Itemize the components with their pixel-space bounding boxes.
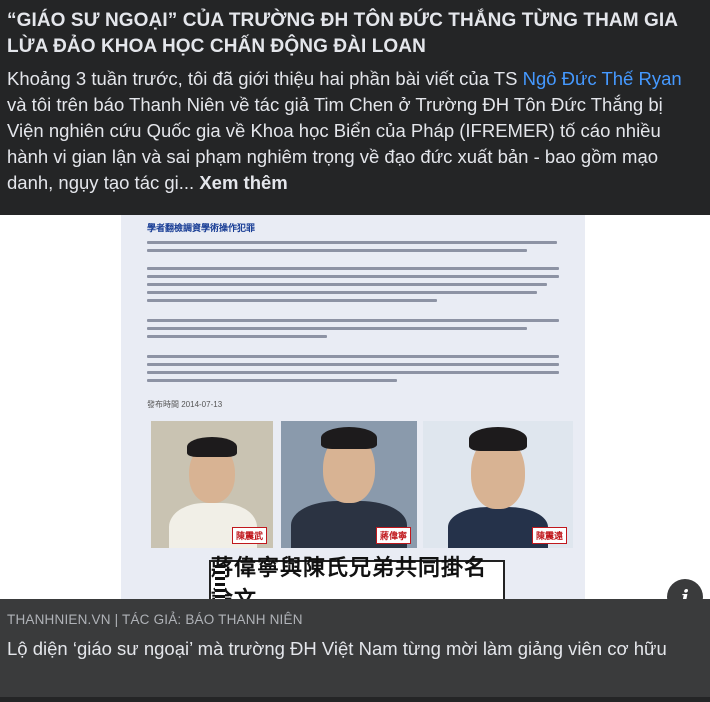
scan-text-line	[147, 299, 437, 302]
scan-banner: 蔣偉寧與陳氏兄弟共同掛名論文	[209, 555, 505, 599]
scan-text-line	[147, 283, 547, 286]
see-more-link[interactable]: Xem thêm	[199, 172, 287, 193]
scan-text-line	[147, 327, 527, 330]
scan-title: 學者翻檢調資學術操作犯罪	[147, 224, 256, 234]
link-title[interactable]: Lộ diện ‘giáo sư ngoại’ mà trường ĐH Việ…	[7, 636, 697, 662]
scan-text-line	[147, 241, 557, 244]
photo-label: 陳震武	[231, 527, 267, 544]
news-scan-image: 學者翻檢調資學術操作犯罪 發布時間 2014-07-13 陳震武 蔣偉寧 陳震遠…	[121, 215, 585, 599]
scan-text-line	[147, 291, 537, 294]
scan-text-line	[147, 371, 559, 374]
post-heading: “GIÁO SƯ NGOẠI” CỦA TRƯỜNG ĐH TÔN ĐỨC TH…	[7, 10, 678, 57]
post-body-end: và tôi trên báo Thanh Niên về tác giả Ti…	[7, 94, 663, 193]
post-text: “GIÁO SƯ NGOẠI” CỦA TRƯỜNG ĐH TÔN ĐỨC TH…	[0, 0, 710, 196]
scan-text-line	[147, 335, 327, 338]
portrait-photo-1: 陳震武	[151, 421, 273, 548]
scan-text-line	[147, 363, 559, 366]
portrait-photo-2: 蔣偉寧	[281, 421, 417, 548]
scan-text-line	[147, 249, 527, 252]
scan-text-line	[147, 275, 559, 278]
bottom-bar	[0, 697, 710, 702]
photo-label: 陳震遠	[531, 527, 567, 544]
post-body-start: Khoảng 3 tuần trước, tôi đã giới thiệu h…	[7, 68, 523, 89]
mention-link[interactable]: Ngô Đức Thế Ryan	[523, 68, 682, 89]
portrait-photo-3: 陳震遠	[423, 421, 573, 548]
scan-text-line	[147, 267, 559, 270]
post-image[interactable]: 學者翻檢調資學術操作犯罪 發布時間 2014-07-13 陳震武 蔣偉寧 陳震遠…	[0, 215, 710, 599]
photo-label: 蔣偉寧	[375, 527, 411, 544]
scan-text-line	[147, 319, 559, 322]
link-preview-card[interactable]: THANHNIEN.VN | TÁC GIẢ: BÁO THANH NIÊN L…	[0, 599, 710, 697]
scan-date: 發布時間 2014-07-13	[147, 400, 223, 409]
scan-text-line	[147, 355, 559, 358]
post-body: Khoảng 3 tuần trước, tôi đã giới thiệu h…	[7, 66, 702, 196]
banner-stripes	[215, 565, 225, 599]
scan-text-line	[147, 379, 397, 382]
link-domain: THANHNIEN.VN | TÁC GIẢ: BÁO THANH NIÊN	[7, 612, 303, 627]
